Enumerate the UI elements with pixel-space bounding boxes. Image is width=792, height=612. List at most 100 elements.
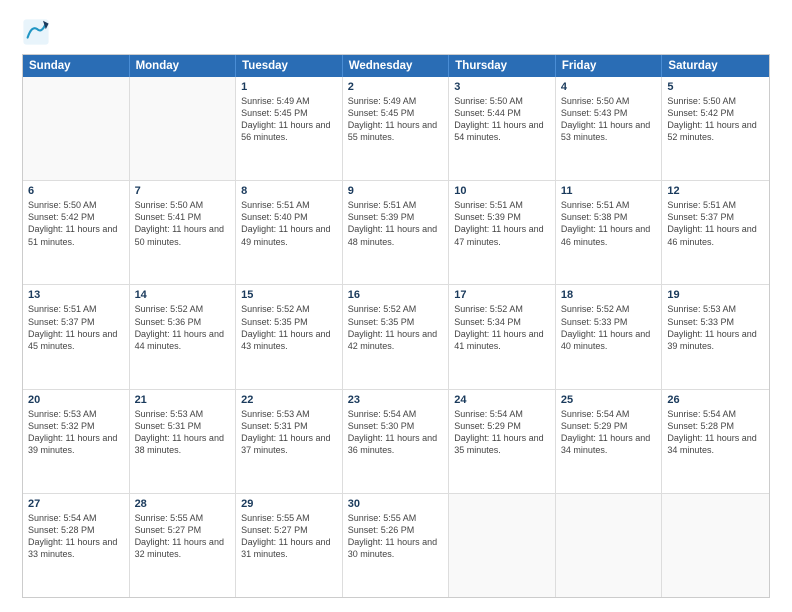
- calendar-day-15: 15Sunrise: 5:52 AM Sunset: 5:35 PM Dayli…: [236, 285, 343, 388]
- calendar-day-14: 14 Sunrise: 5:52 AM Sunset: 5:36 PM Dayli…: [130, 285, 237, 388]
- day-number: 12: [667, 185, 764, 197]
- header-day-monday: Monday: [130, 55, 237, 77]
- day-number: 18: [561, 289, 657, 301]
- calendar-day-21: 21 Sunrise: 5:53 AM Sunset: 5:31 PM Dayli…: [130, 390, 237, 493]
- calendar-day-8: 8 Sunrise: 5:51 AM Sunset: 5:40 PM Daylig…: [236, 181, 343, 284]
- day-number: 19: [667, 289, 764, 301]
- calendar-day-17: 17 Sunrise: 5:52 AM Sunset: 5:34 PM Dayli…: [449, 285, 556, 388]
- day-number: 7: [135, 185, 231, 197]
- day-info: Sunrise: 5:54 AM Sunset: 5:29 PM Dayligh…: [561, 408, 657, 457]
- day-info: Sunrise: 5:55 AM Sunset: 5:27 PM Dayligh…: [135, 512, 231, 561]
- calendar-day-27: 27 Sunrise: 5:54 AM Sunset: 5:28 PM Dayli…: [23, 494, 130, 597]
- header-day-tuesday: Tuesday: [236, 55, 343, 77]
- day-number: 17: [454, 289, 550, 301]
- calendar-day-11: 11 Sunrise: 5:51 AM Sunset: 5:38 PM Dayli…: [556, 181, 663, 284]
- day-number: 11: [561, 185, 657, 197]
- day-info: Sunrise: 5:50 AM Sunset: 5:43 PM Dayligh…: [561, 95, 657, 144]
- calendar-day-empty: [23, 77, 130, 180]
- day-info: Sunrise: 5:49 AM Sunset: 5:45 PM Dayligh…: [241, 95, 337, 144]
- day-info: Sunrise: 5:55 AM Sunset: 5:26 PM Dayligh…: [348, 512, 444, 561]
- day-number: 14: [135, 289, 231, 301]
- day-info: Sunrise: 5:52 AM Sunset: 5:34 PM Dayligh…: [454, 303, 550, 352]
- header-day-sunday: Sunday: [23, 55, 130, 77]
- calendar-day-12: 12 Sunrise: 5:51 AM Sunset: 5:37 PM Dayli…: [662, 181, 769, 284]
- day-number: 23: [348, 394, 444, 406]
- day-number: 25: [561, 394, 657, 406]
- calendar-day-18: 18 Sunrise: 5:52 AM Sunset: 5:33 PM Dayli…: [556, 285, 663, 388]
- day-info: Sunrise: 5:52 AM Sunset: 5:33 PM Dayligh…: [561, 303, 657, 352]
- calendar-week-1: 6 Sunrise: 5:50 AM Sunset: 5:42 PM Daylig…: [23, 180, 769, 284]
- logo-icon: [22, 18, 50, 46]
- calendar-day-25: 25 Sunrise: 5:54 AM Sunset: 5:29 PM Dayli…: [556, 390, 663, 493]
- calendar-week-2: 13 Sunrise: 5:51 AM Sunset: 5:37 PM Dayli…: [23, 284, 769, 388]
- calendar-day-empty: [449, 494, 556, 597]
- calendar-day-26: 26Sunrise: 5:54 AM Sunset: 5:28 PM Dayli…: [662, 390, 769, 493]
- day-info: Sunrise: 5:51 AM Sunset: 5:37 PM Dayligh…: [28, 303, 124, 352]
- header-day-saturday: Saturday: [662, 55, 769, 77]
- calendar-day-10: 10Sunrise: 5:51 AM Sunset: 5:39 PM Dayli…: [449, 181, 556, 284]
- day-number: 16: [348, 289, 444, 301]
- day-info: Sunrise: 5:54 AM Sunset: 5:30 PM Dayligh…: [348, 408, 444, 457]
- header-day-thursday: Thursday: [449, 55, 556, 77]
- calendar-day-2: 2 Sunrise: 5:49 AM Sunset: 5:45 PM Daylig…: [343, 77, 450, 180]
- day-number: 3: [454, 81, 550, 93]
- calendar-day-16: 16 Sunrise: 5:52 AM Sunset: 5:35 PM Dayli…: [343, 285, 450, 388]
- day-info: Sunrise: 5:50 AM Sunset: 5:41 PM Dayligh…: [135, 199, 231, 248]
- day-info: Sunrise: 5:52 AM Sunset: 5:36 PM Dayligh…: [135, 303, 231, 352]
- header-day-friday: Friday: [556, 55, 663, 77]
- day-info: Sunrise: 5:51 AM Sunset: 5:38 PM Dayligh…: [561, 199, 657, 248]
- calendar-week-4: 27 Sunrise: 5:54 AM Sunset: 5:28 PM Dayli…: [23, 493, 769, 597]
- calendar-day-empty: [662, 494, 769, 597]
- day-number: 13: [28, 289, 124, 301]
- day-number: 24: [454, 394, 550, 406]
- calendar-day-28: 28 Sunrise: 5:55 AM Sunset: 5:27 PM Dayli…: [130, 494, 237, 597]
- day-number: 2: [348, 81, 444, 93]
- day-info: Sunrise: 5:53 AM Sunset: 5:32 PM Dayligh…: [28, 408, 124, 457]
- day-number: 28: [135, 498, 231, 510]
- header: [22, 18, 770, 46]
- day-number: 1: [241, 81, 337, 93]
- calendar-day-1: 1 Sunrise: 5:49 AM Sunset: 5:45 PM Daylig…: [236, 77, 343, 180]
- day-info: Sunrise: 5:51 AM Sunset: 5:37 PM Dayligh…: [667, 199, 764, 248]
- calendar-day-24: 24Sunrise: 5:54 AM Sunset: 5:29 PM Dayli…: [449, 390, 556, 493]
- day-info: Sunrise: 5:51 AM Sunset: 5:39 PM Dayligh…: [348, 199, 444, 248]
- calendar-body: 1 Sunrise: 5:49 AM Sunset: 5:45 PM Daylig…: [23, 77, 769, 597]
- day-info: Sunrise: 5:50 AM Sunset: 5:42 PM Dayligh…: [667, 95, 764, 144]
- day-number: 9: [348, 185, 444, 197]
- day-number: 4: [561, 81, 657, 93]
- day-number: 22: [241, 394, 337, 406]
- logo: [22, 18, 54, 46]
- day-info: Sunrise: 5:51 AM Sunset: 5:40 PM Dayligh…: [241, 199, 337, 248]
- day-info: Sunrise: 5:49 AM Sunset: 5:45 PM Dayligh…: [348, 95, 444, 144]
- day-info: Sunrise: 5:52 AM Sunset: 5:35 PM Dayligh…: [348, 303, 444, 352]
- calendar-day-30: 30 Sunrise: 5:55 AM Sunset: 5:26 PM Dayli…: [343, 494, 450, 597]
- day-number: 29: [241, 498, 337, 510]
- calendar: SundayMondayTuesdayWednesdayThursdayFrid…: [22, 54, 770, 598]
- calendar-week-0: 1 Sunrise: 5:49 AM Sunset: 5:45 PM Daylig…: [23, 77, 769, 180]
- calendar-day-20: 20 Sunrise: 5:53 AM Sunset: 5:32 PM Dayli…: [23, 390, 130, 493]
- day-info: Sunrise: 5:53 AM Sunset: 5:33 PM Dayligh…: [667, 303, 764, 352]
- day-info: Sunrise: 5:54 AM Sunset: 5:28 PM Dayligh…: [28, 512, 124, 561]
- calendar-day-22: 22Sunrise: 5:53 AM Sunset: 5:31 PM Dayli…: [236, 390, 343, 493]
- day-number: 15: [241, 289, 337, 301]
- day-number: 30: [348, 498, 444, 510]
- day-number: 21: [135, 394, 231, 406]
- day-number: 10: [454, 185, 550, 197]
- day-info: Sunrise: 5:55 AM Sunset: 5:27 PM Dayligh…: [241, 512, 337, 561]
- day-number: 20: [28, 394, 124, 406]
- calendar-day-29: 29 Sunrise: 5:55 AM Sunset: 5:27 PM Dayli…: [236, 494, 343, 597]
- day-number: 6: [28, 185, 124, 197]
- calendar-day-5: 5 Sunrise: 5:50 AM Sunset: 5:42 PM Daylig…: [662, 77, 769, 180]
- calendar-day-23: 23 Sunrise: 5:54 AM Sunset: 5:30 PM Dayli…: [343, 390, 450, 493]
- header-day-wednesday: Wednesday: [343, 55, 450, 77]
- day-number: 5: [667, 81, 764, 93]
- day-info: Sunrise: 5:54 AM Sunset: 5:28 PM Dayligh…: [667, 408, 764, 457]
- calendar-day-4: 4 Sunrise: 5:50 AM Sunset: 5:43 PM Daylig…: [556, 77, 663, 180]
- day-number: 8: [241, 185, 337, 197]
- day-info: Sunrise: 5:50 AM Sunset: 5:44 PM Dayligh…: [454, 95, 550, 144]
- day-info: Sunrise: 5:50 AM Sunset: 5:42 PM Dayligh…: [28, 199, 124, 248]
- calendar-day-9: 9 Sunrise: 5:51 AM Sunset: 5:39 PM Daylig…: [343, 181, 450, 284]
- day-number: 27: [28, 498, 124, 510]
- page: SundayMondayTuesdayWednesdayThursdayFrid…: [0, 0, 792, 612]
- day-info: Sunrise: 5:53 AM Sunset: 5:31 PM Dayligh…: [135, 408, 231, 457]
